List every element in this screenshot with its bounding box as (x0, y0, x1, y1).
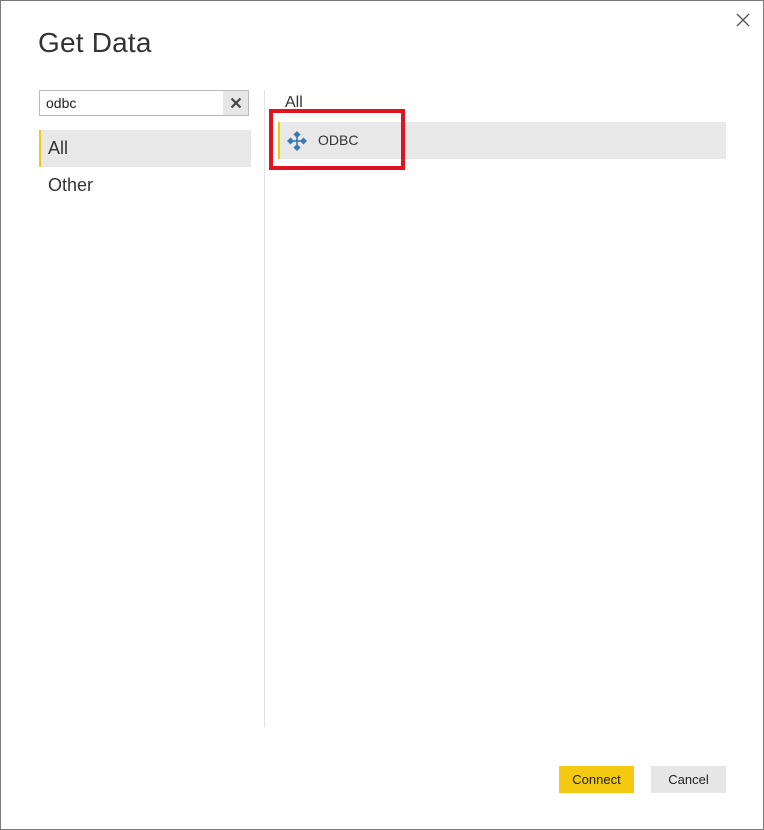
close-icon (736, 13, 750, 27)
annotation-highlight-box (269, 109, 405, 170)
search-box (39, 90, 249, 116)
connect-button[interactable]: Connect (559, 766, 634, 793)
category-item-other[interactable]: Other (39, 167, 251, 204)
search-input[interactable] (40, 91, 222, 115)
cancel-button[interactable]: Cancel (651, 766, 726, 793)
category-item-all[interactable]: All (39, 130, 251, 167)
category-list: All Other (39, 130, 251, 204)
close-icon (230, 97, 241, 109)
close-dialog-button[interactable] (734, 11, 752, 29)
category-item-label: Other (48, 175, 94, 195)
get-data-dialog: Get Data All Other All (0, 0, 764, 830)
category-item-label: All (48, 138, 69, 158)
panel-divider (264, 90, 265, 727)
dialog-title: Get Data (38, 27, 152, 58)
clear-search-button[interactable] (223, 91, 248, 115)
